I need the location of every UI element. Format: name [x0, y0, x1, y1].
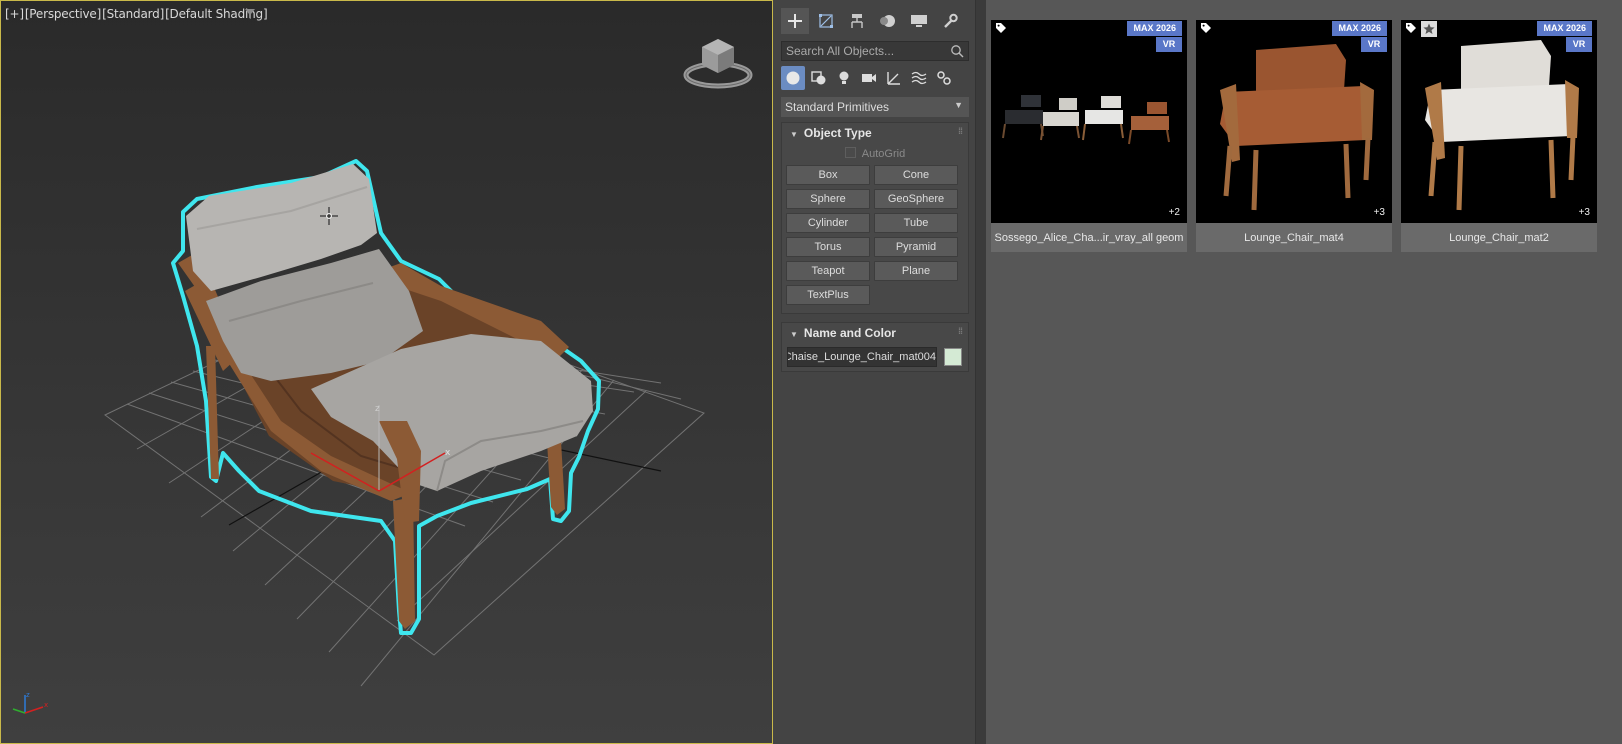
helpers-icon [887, 72, 900, 85]
search-icon[interactable] [950, 44, 964, 58]
renderer-badge: VR [1361, 37, 1387, 52]
perspective-viewport[interactable]: [+][Perspective][Standard][Default Shadi… [0, 0, 773, 744]
asset-card[interactable]: MAX 2026 VR +3 Lounge_Chair_mat2 [1401, 20, 1597, 252]
utilities-tab[interactable] [936, 8, 964, 34]
category-dropdown-value: Standard Primitives [785, 100, 890, 114]
asset-thumbnail[interactable]: MAX 2026 VR +3 [1401, 20, 1597, 223]
variant-count: +3 [1578, 207, 1590, 218]
display-tab[interactable] [905, 8, 933, 34]
max-version-badge: MAX 2026 [1537, 21, 1592, 36]
cameras-tab[interactable] [857, 66, 881, 90]
motion-tab[interactable] [874, 8, 902, 34]
asset-thumbnail[interactable]: MAX 2026 VR +3 [1196, 20, 1392, 223]
world-axis-icon: z x [12, 691, 48, 714]
object-name-value: Chaise_Lounge_Chair_mat004 [787, 351, 936, 363]
shapes-tab[interactable] [807, 66, 831, 90]
asset-card[interactable]: MAX 2026 VR +3 Lounge_Chair_mat4 [1196, 20, 1392, 252]
autogrid-checkbox[interactable]: AutoGrid [782, 147, 968, 160]
command-panel-tabs [781, 8, 969, 36]
spacewarps-icon [911, 71, 927, 85]
variant-count: +2 [1168, 207, 1180, 218]
scene-canvas[interactable]: z x [1, 1, 773, 744]
motion-icon [880, 15, 895, 27]
collapse-triangle-icon: ▼ [790, 330, 798, 339]
sphere-button[interactable]: Sphere [786, 189, 870, 209]
search-input[interactable] [786, 42, 946, 60]
modify-icon [819, 14, 833, 28]
torus-button[interactable]: Torus [786, 237, 870, 257]
renderer-badge: VR [1156, 37, 1182, 52]
asset-caption: Lounge_Chair_mat2 [1401, 223, 1597, 252]
category-dropdown[interactable]: Standard Primitives ▼ [781, 97, 969, 117]
wrench-icon [944, 13, 958, 28]
tag-icon [1201, 23, 1211, 33]
shapes-icon [811, 71, 826, 85]
systems-tab[interactable] [932, 66, 956, 90]
svg-text:z: z [26, 691, 30, 699]
object-color-swatch[interactable] [944, 348, 962, 366]
name-and-color-header[interactable]: ▼ Name and Color ⁞⁞ [782, 323, 968, 343]
plus-icon [788, 14, 802, 28]
lights-tab[interactable] [832, 66, 856, 90]
svg-text:x: x [44, 701, 48, 709]
cone-button[interactable]: Cone [874, 165, 958, 185]
helpers-tab[interactable] [882, 66, 906, 90]
create-category-tabs [781, 66, 969, 92]
textplus-button[interactable]: TextPlus [786, 285, 870, 305]
cameras-icon [862, 74, 876, 82]
object-type-rollout: ▼ Object Type ⁞⁞ AutoGrid Box Cone Sphere… [781, 122, 969, 314]
geometry-tab[interactable] [781, 66, 805, 90]
tube-button[interactable]: Tube [874, 213, 958, 233]
asset-card[interactable]: MAX 2026 VR +2 Sossego_Alice_Cha...ir_vr… [991, 20, 1187, 252]
asset-thumbnail[interactable]: MAX 2026 VR +2 [991, 20, 1187, 223]
hierarchy-icon [851, 14, 863, 28]
asset-caption: Lounge_Chair_mat4 [1196, 223, 1392, 252]
object-type-header[interactable]: ▼ Object Type ⁞⁞ [782, 123, 968, 143]
pyramid-button[interactable]: Pyramid [874, 237, 958, 257]
command-panel: Standard Primitives ▼ ▼ Object Type ⁞⁞ Au… [773, 0, 976, 744]
object-type-title: Object Type [803, 126, 872, 140]
name-and-color-rollout: ▼ Name and Color ⁞⁞ Chaise_Lounge_Chair_m… [781, 322, 969, 372]
tag-icon [996, 23, 1006, 33]
collapse-triangle-icon: ▼ [790, 130, 798, 139]
teapot-button[interactable]: Teapot [786, 261, 870, 281]
tag-icon [1406, 23, 1416, 33]
max-version-badge: MAX 2026 [1332, 21, 1387, 36]
create-tab[interactable] [781, 8, 809, 34]
spacewarps-tab[interactable] [907, 66, 931, 90]
cylinder-button[interactable]: Cylinder [786, 213, 870, 233]
asset-caption: Sossego_Alice_Cha...ir_vray_all geom [991, 223, 1187, 252]
modify-tab[interactable] [812, 8, 840, 34]
max-version-badge: MAX 2026 [1127, 21, 1182, 36]
gizmo-x-label: x [445, 448, 451, 458]
geometry-icon [786, 71, 800, 85]
object-name-field[interactable]: Chaise_Lounge_Chair_mat004 [787, 347, 937, 367]
object-search[interactable] [781, 41, 969, 61]
autogrid-label: AutoGrid [861, 148, 906, 160]
gizmo-z-label: z [375, 404, 380, 414]
box-button[interactable]: Box [786, 165, 870, 185]
geosphere-button[interactable]: GeoSphere [874, 189, 958, 209]
plane-button[interactable]: Plane [874, 261, 958, 281]
grip-icon[interactable]: ⁞⁞ [958, 126, 963, 136]
hierarchy-tab[interactable] [843, 8, 871, 34]
star-icon[interactable] [1421, 21, 1437, 37]
systems-icon [937, 71, 951, 85]
renderer-badge: VR [1566, 37, 1592, 52]
lights-icon [839, 71, 849, 84]
asset-library: MAX 2026 VR +2 Sossego_Alice_Cha...ir_vr… [986, 0, 1622, 744]
name-and-color-title: Name and Color [803, 326, 896, 340]
variant-count: +3 [1373, 207, 1385, 218]
panel-scrollbar[interactable] [976, 0, 986, 744]
grip-icon[interactable]: ⁞⁞ [958, 326, 963, 336]
display-icon [911, 15, 927, 27]
chevron-down-icon: ▼ [954, 100, 963, 110]
